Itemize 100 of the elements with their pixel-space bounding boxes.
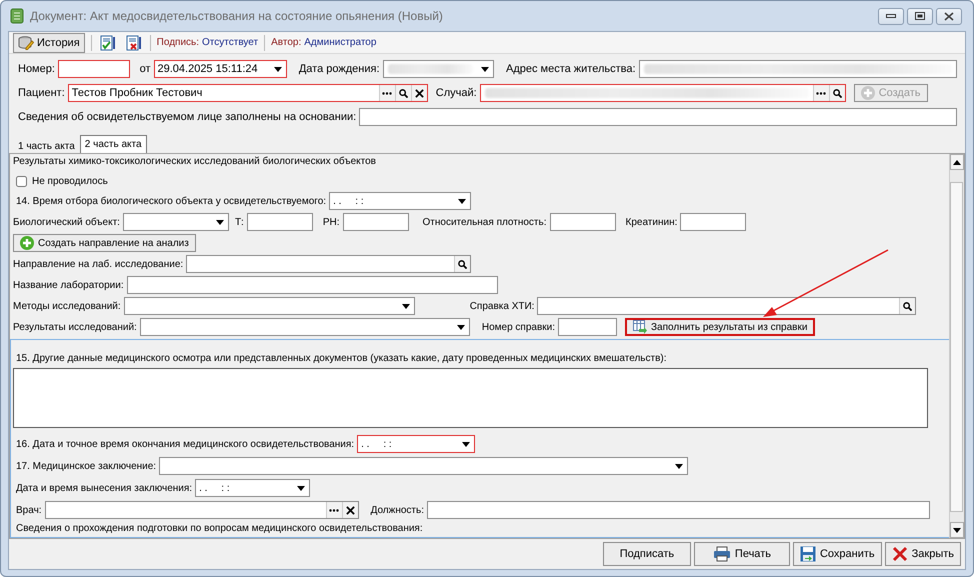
input-field[interactable]: [246, 213, 313, 231]
minimize-icon: [886, 14, 896, 18]
field-label: Направление на лаб. исследование:: [13, 258, 184, 270]
field-label: Сведения об освидетельствуемом лице заполнены на основании:: [18, 111, 356, 123]
dropdown-arrow-icon: [297, 486, 306, 490]
dropdown-arrow-icon: [456, 324, 465, 330]
dropdown-field[interactable]: [382, 60, 494, 78]
signature-label: Подпись:: [156, 37, 200, 48]
input-field[interactable]: [426, 501, 930, 519]
search-button[interactable]: [899, 298, 916, 314]
lookup-field[interactable]: [186, 255, 472, 273]
dropdown-field[interactable]: . . : :: [195, 479, 310, 497]
clear-button[interactable]: [410, 85, 427, 101]
close-icon: [892, 546, 908, 562]
author-label: Автор:: [271, 37, 302, 48]
field-label: Адрес места жительства:: [506, 63, 636, 75]
close-icon: [346, 506, 355, 514]
maximize-button[interactable]: [907, 8, 933, 24]
dropdown-arrow-icon: [458, 198, 466, 204]
footer-button[interactable]: Закрыть: [884, 542, 961, 566]
sign-document-button[interactable]: [98, 32, 118, 52]
section-label: Сведения о прохождения подготовки по вопросам медицинского освидетельствования:: [16, 523, 424, 534]
browse-button[interactable]: [326, 502, 342, 518]
history-button[interactable]: История: [13, 32, 85, 52]
field-label: Относительная плотность:: [422, 216, 546, 228]
input-field[interactable]: [638, 60, 958, 78]
input-field[interactable]: [58, 60, 130, 78]
tab[interactable]: 2 часть акта: [80, 135, 147, 153]
text-area[interactable]: [13, 368, 928, 428]
plus-icon: [20, 236, 34, 250]
lookup-field[interactable]: Тестов Пробник Тестович: [68, 84, 428, 102]
dropdown-field[interactable]: 29.04.2025 15:11:24: [154, 60, 287, 78]
input-field[interactable]: [680, 213, 746, 231]
field-label: Номер:: [18, 63, 55, 75]
scrollbar[interactable]: [949, 154, 964, 538]
field-label: Врач:: [16, 504, 42, 516]
dropdown-field[interactable]: [159, 457, 688, 475]
search-button[interactable]: [454, 256, 470, 272]
field-label: Справка ХТИ:: [470, 300, 534, 312]
search-icon: [458, 260, 468, 268]
unsign-document-button[interactable]: [124, 32, 144, 52]
window-title: Документ: Акт медосвидетельствования на состояние опьянения (Новый): [30, 9, 444, 23]
scroll-thumb[interactable]: [950, 182, 963, 512]
lookup-field[interactable]: [480, 84, 846, 102]
footer-button[interactable]: Подписать: [602, 542, 691, 566]
dropdown-arrow-icon: [462, 442, 470, 446]
scroll-up-button[interactable]: [950, 154, 964, 170]
field-label: Методы исследований:: [13, 300, 121, 312]
dropdown-field[interactable]: [122, 213, 229, 231]
lookup-field[interactable]: [44, 501, 359, 519]
minimize-button[interactable]: [878, 8, 904, 24]
field-label: Название лаборатории:: [13, 280, 124, 290]
input-field[interactable]: [126, 276, 498, 294]
lookup-field[interactable]: [537, 297, 916, 315]
section-title: Результаты химико-токсикологических исследований биологических объектов: [13, 156, 377, 167]
input-field[interactable]: [359, 108, 957, 126]
close-icon: [414, 88, 424, 98]
signature-status: Отсутствует: [202, 37, 258, 48]
fill-results-button[interactable]: Заполнить результаты из справки: [625, 318, 816, 336]
ellipsis-icon: [329, 508, 340, 512]
field-label: от: [140, 63, 150, 75]
search-button[interactable]: [394, 85, 411, 101]
checkbox[interactable]: [16, 176, 27, 187]
search-icon: [832, 88, 842, 98]
app-icon: [10, 8, 24, 24]
field-label: Номер справки:: [482, 322, 555, 332]
ellipsis-icon: [816, 92, 826, 94]
dropdown-arrow-icon: [216, 220, 224, 224]
field-label: PH:: [322, 216, 340, 228]
maximize-icon: [915, 12, 925, 20]
input-field[interactable]: [342, 213, 409, 231]
dropdown-field[interactable]: [124, 297, 415, 315]
browse-button[interactable]: [812, 85, 829, 101]
tab[interactable]: 1 часть акта: [13, 138, 80, 153]
footer-button[interactable]: Сохранить: [792, 542, 882, 566]
printer-icon: [712, 546, 731, 562]
scroll-down-button[interactable]: [950, 522, 964, 538]
input-field[interactable]: [558, 318, 617, 336]
field-label: Должность:: [370, 504, 424, 516]
dropdown-arrow-icon: [402, 304, 410, 308]
dropdown-field[interactable]: . . : :: [329, 192, 472, 210]
field-label: 14. Время отбора биологического объекта у освидетельствуемого:: [16, 196, 326, 206]
dropdown-arrow-icon: [480, 66, 489, 72]
dropdown-field[interactable]: . . : :: [357, 435, 476, 453]
field-label: Т:: [234, 216, 244, 228]
dropdown-field[interactable]: [140, 318, 470, 336]
create-button[interactable]: Создать направление на анализ: [13, 234, 196, 252]
checkbox-label: Не проводилось: [32, 176, 108, 187]
browse-button[interactable]: [378, 85, 395, 101]
input-field[interactable]: [550, 213, 616, 231]
dropdown-arrow-icon: [675, 464, 684, 468]
clear-button[interactable]: [342, 502, 358, 518]
field-label: Креатинин:: [626, 216, 678, 228]
up-arrow-icon: [953, 160, 961, 164]
search-button[interactable]: [828, 85, 845, 101]
close-icon: [944, 12, 954, 20]
close-button[interactable]: [936, 8, 962, 24]
search-icon: [398, 88, 408, 98]
field-label: Дата рождения:: [298, 63, 380, 75]
footer-button[interactable]: Печать: [694, 542, 790, 566]
